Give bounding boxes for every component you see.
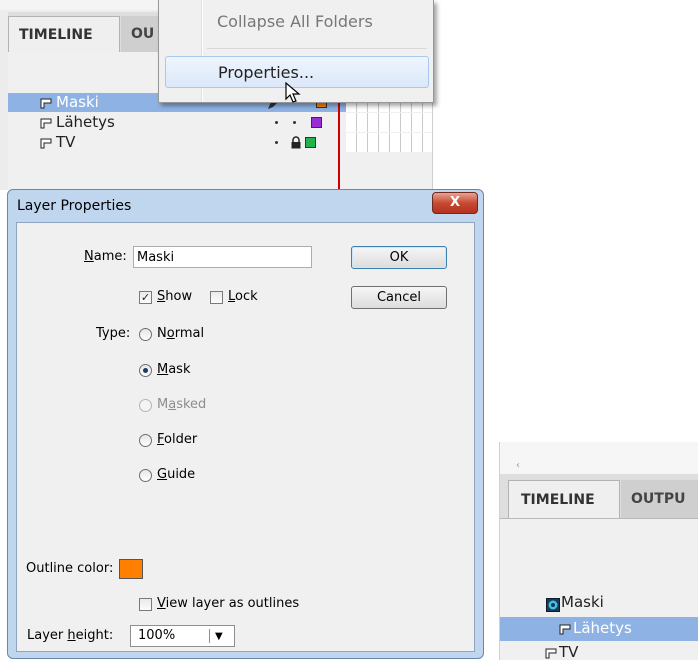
view-outlines-label: View layer as outlines	[157, 596, 300, 611]
outline-color-label: Outline color:	[26, 561, 114, 576]
dialog-title: Layer Properties	[17, 198, 132, 214]
mouse-cursor-icon	[285, 82, 301, 103]
lock-checkbox[interactable]	[210, 291, 223, 304]
layer-row-maski[interactable]: Maski	[500, 593, 698, 617]
type-normal-radio[interactable]	[139, 328, 152, 341]
timeline-panel-bottom: ‹ TIMELINE OUTPU Maski Lähetys TV	[499, 442, 698, 661]
layer-row-tv[interactable]: TV	[500, 641, 698, 665]
lock-icon[interactable]	[290, 136, 302, 149]
type-guide-radio[interactable]	[139, 469, 152, 482]
layer-list: Maski Lähetys TV	[500, 519, 698, 661]
playhead[interactable]	[338, 93, 340, 190]
type-mask-label: Mask	[157, 362, 191, 377]
layer-name: Maski	[56, 93, 99, 111]
frame-cells[interactable]	[346, 133, 432, 152]
panel-arrow-icon: ‹	[516, 460, 520, 471]
name-field[interactable]	[133, 246, 312, 268]
layer-name: Lähetys	[56, 113, 115, 131]
view-outlines-checkbox[interactable]	[139, 598, 152, 611]
tab-timeline[interactable]: TIMELINE	[508, 480, 620, 518]
tab-timeline[interactable]: TIMELINE	[8, 16, 120, 52]
layer-name: Maski	[561, 593, 604, 611]
show-label: Show	[157, 289, 193, 304]
cancel-button[interactable]: Cancel	[351, 286, 447, 309]
layer-height-label: Layer height:	[27, 628, 114, 643]
name-label: Name:	[84, 249, 127, 264]
layer-properties-dialog: Layer Properties X Name: OK Cancel ✓ Sho…	[7, 189, 484, 659]
context-menu: Collapse All Folders Properties...	[158, 0, 434, 103]
layer-row-lahetys[interactable]: Lähetys	[500, 617, 698, 641]
type-mask-radio[interactable]	[139, 364, 152, 377]
mask-layer-icon	[546, 598, 560, 612]
chevron-down-icon[interactable]: ▼	[215, 631, 223, 642]
layer-icon	[40, 138, 52, 149]
lock-dot[interactable]	[293, 121, 296, 124]
menu-separator	[207, 48, 427, 49]
menu-item-label: Collapse All Folders	[217, 12, 373, 31]
layer-row-tv[interactable]: TV	[8, 133, 432, 152]
outline-color-swatch[interactable]	[119, 559, 143, 579]
timeline-tab-bar: TIMELINE OUTPU	[500, 474, 698, 519]
show-checkbox[interactable]: ✓	[139, 291, 152, 304]
dialog-client: Name: OK Cancel ✓ Show Lock Type: Normal…	[16, 222, 475, 652]
type-normal-label: Normal	[157, 326, 205, 341]
type-folder-label: Folder	[157, 432, 198, 447]
type-folder-radio[interactable]	[139, 434, 152, 447]
type-masked-label: Masked	[157, 397, 207, 412]
visibility-dot[interactable]	[275, 121, 278, 124]
visibility-dot[interactable]	[275, 141, 278, 144]
layer-height-value: 100%	[138, 628, 176, 643]
type-label: Type:	[96, 326, 131, 341]
frame-cells[interactable]	[346, 113, 432, 132]
menu-item-collapse-all-folders[interactable]: Collapse All Folders	[165, 6, 429, 38]
dialog-titlebar[interactable]: Layer Properties X	[8, 190, 483, 222]
timeline-panel-top: TIMELINE OU Maski Lähetys TV Collapse Al…	[0, 0, 434, 190]
layer-color-swatch[interactable]	[305, 137, 316, 148]
layer-icon	[545, 648, 557, 659]
type-guide-label: Guide	[157, 467, 196, 482]
tab-output[interactable]: OUTPU	[621, 480, 698, 518]
layer-name: TV	[559, 643, 579, 661]
close-icon: X	[449, 195, 461, 210]
close-button[interactable]: X	[432, 192, 478, 214]
layer-icon	[40, 98, 52, 109]
select-divider	[209, 629, 210, 643]
layer-color-swatch[interactable]	[311, 117, 322, 128]
type-masked-radio	[139, 399, 152, 412]
ok-button[interactable]: OK	[351, 246, 447, 269]
panel-top-strip: ‹	[500, 442, 698, 474]
layer-name: Lähetys	[573, 619, 632, 637]
layer-height-select[interactable]: 100% ▼	[130, 625, 235, 647]
lock-label: Lock	[228, 289, 258, 304]
layer-name: TV	[56, 133, 76, 151]
layer-row-lahetys[interactable]: Lähetys	[8, 113, 432, 132]
layer-icon	[40, 118, 52, 129]
layer-icon	[559, 624, 571, 635]
